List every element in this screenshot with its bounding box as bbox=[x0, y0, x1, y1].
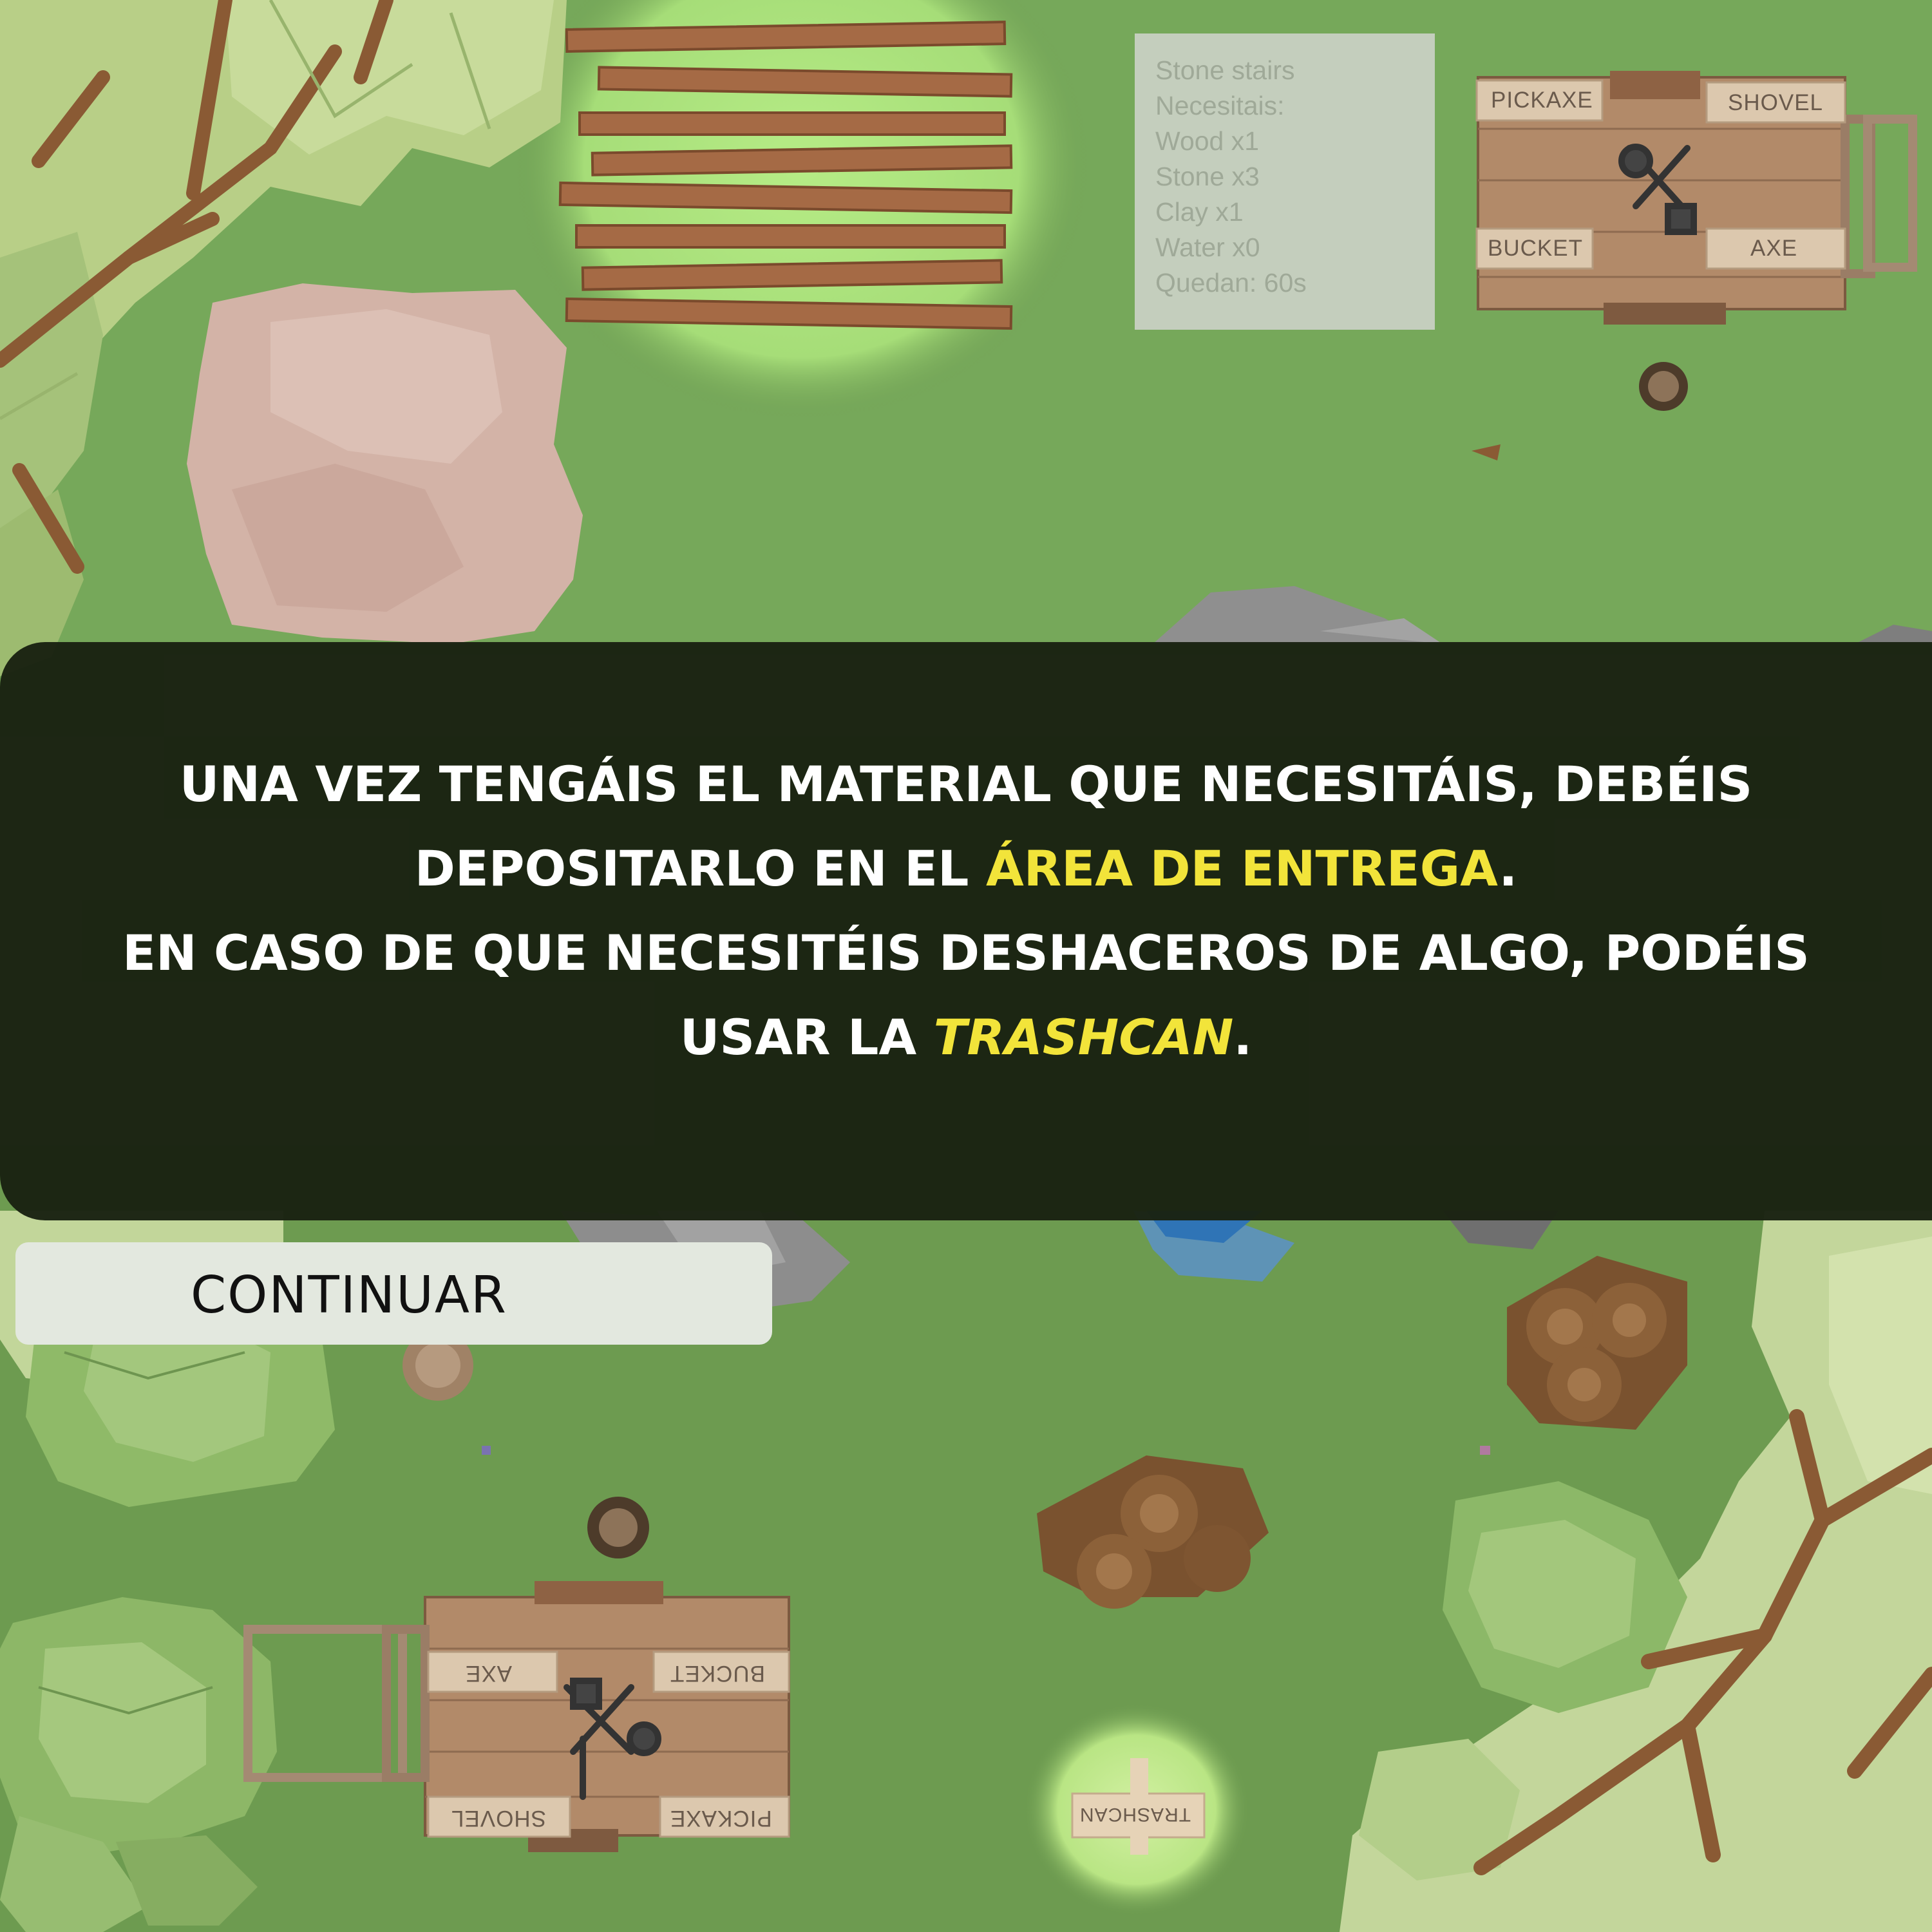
tutorial-line-2-post: . bbox=[1499, 840, 1518, 897]
recipe-item-water: Water x0 bbox=[1155, 232, 1260, 262]
delivery-area-highlight: ÁREA DE ENTREGA bbox=[985, 840, 1499, 897]
clay-deposit bbox=[187, 283, 583, 644]
tutorial-line-4-post: . bbox=[1233, 1009, 1253, 1066]
top-bench-bucket-label: BUCKET bbox=[1488, 236, 1583, 261]
bottom-bench-bucket-label: BUCKET bbox=[670, 1661, 765, 1686]
top-bench-shovel-label: SHOVEL bbox=[1728, 90, 1823, 115]
trashcan-sign-label: TRASHCAN bbox=[1079, 1804, 1191, 1825]
bottom-bench-pickaxe-label: PICKAXE bbox=[670, 1806, 772, 1831]
trashcan-highlight: TRASHCAN bbox=[933, 1009, 1234, 1066]
tutorial-line-4-pre: USAR LA bbox=[679, 1009, 934, 1066]
tutorial-dialog: UNA VEZ TENGÁIS EL MATERIAL QUE NECESITÁ… bbox=[0, 642, 1932, 1220]
tutorial-line-2-pre: DEPOSITARLO EN EL bbox=[414, 840, 986, 897]
tutorial-line-1: UNA VEZ TENGÁIS EL MATERIAL QUE NECESITÁ… bbox=[179, 755, 1753, 813]
recipe-title: Stone stairs bbox=[1155, 55, 1295, 85]
recipe-item-wood: Wood x1 bbox=[1155, 126, 1260, 156]
recipe-needed-label: Necesitais: bbox=[1155, 91, 1285, 120]
continue-button[interactable]: CONTINUAR bbox=[15, 1242, 772, 1345]
tutorial-text: UNA VEZ TENGÁIS EL MATERIAL QUE NECESITÁ… bbox=[26, 742, 1906, 1079]
recipe-panel: Stone stairs Necesitais: Wood x1 Stone x… bbox=[1135, 33, 1435, 330]
recipe-item-clay: Clay x1 bbox=[1155, 197, 1244, 227]
recipe-item-stone: Stone x3 bbox=[1155, 162, 1260, 191]
bottom-bench-axe-label: AXE bbox=[465, 1661, 513, 1686]
bottom-bench-shovel-label: SHOVEL bbox=[451, 1806, 546, 1831]
top-bench-pickaxe-label: PICKAXE bbox=[1491, 88, 1593, 113]
top-bench-axe-label: AXE bbox=[1750, 236, 1798, 261]
recipe-timer: Quedan: 60s bbox=[1155, 268, 1307, 298]
tutorial-line-3: EN CASO DE QUE NECESITÉIS DESHACEROS DE … bbox=[122, 924, 1810, 981]
continue-button-label: CONTINUAR bbox=[191, 1265, 507, 1325]
